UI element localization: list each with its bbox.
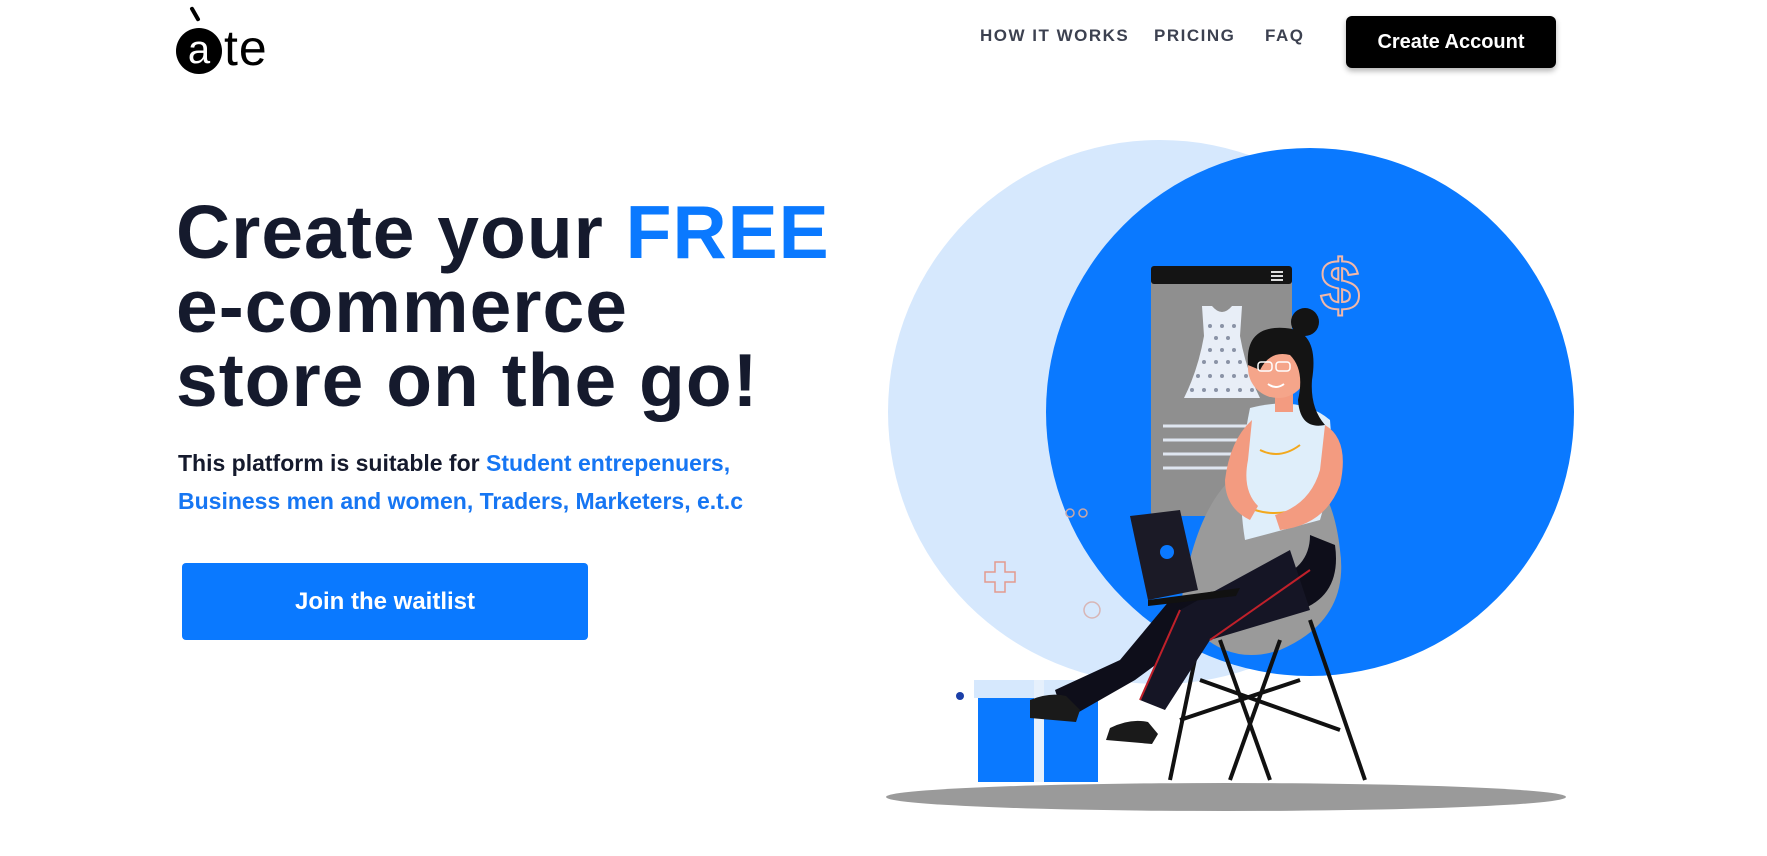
join-waitlist-button[interactable]: Join the waitlist	[182, 563, 588, 640]
nav-how-it-works[interactable]: HOW IT WORKS	[980, 26, 1129, 46]
logo-accent-mark	[189, 6, 201, 22]
headline-line-3: store on the go!	[176, 338, 759, 422]
hero-illustration: $	[886, 140, 1574, 811]
logo[interactable]: a te	[176, 6, 286, 76]
hero-subtext: This platform is suitable for Student en…	[178, 444, 878, 520]
headline-highlight: FREE	[625, 190, 830, 274]
logo-circle: a	[176, 28, 222, 74]
deco-dot	[956, 692, 964, 700]
hero-headline: Create your FREE e-commerce store on the…	[176, 195, 830, 418]
laptop-logo-icon	[1160, 545, 1174, 559]
headline-prefix: Create your	[176, 190, 626, 274]
logo-text: te	[224, 20, 268, 76]
create-account-button[interactable]: Create Account	[1346, 16, 1556, 68]
subtext-highlight-2: Business men and women, Traders, Markete…	[178, 488, 743, 514]
logo-letter: a	[187, 28, 211, 72]
floor-shadow	[886, 783, 1566, 811]
nav-pricing[interactable]: PRICING	[1154, 26, 1235, 46]
dollar-icon: $	[1320, 246, 1360, 326]
headline-line-2: e-commerce	[176, 264, 628, 348]
nav-faq[interactable]: FAQ	[1265, 26, 1304, 46]
subtext-prefix: This platform is suitable for	[178, 450, 486, 476]
subtext-highlight-1: Student entrepenuers,	[485, 450, 731, 476]
